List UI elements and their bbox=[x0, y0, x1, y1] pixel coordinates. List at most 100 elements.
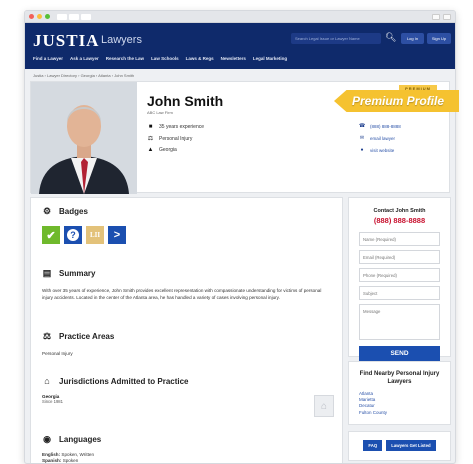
summary-title: Summary bbox=[59, 269, 96, 278]
share-button[interactable] bbox=[432, 13, 440, 20]
contact-form-title: Contact John Smith bbox=[373, 208, 426, 214]
browser-chrome bbox=[25, 11, 455, 23]
browser-controls bbox=[432, 13, 451, 20]
search-icon[interactable]: 🔍︎ bbox=[385, 32, 396, 43]
browser-tabs bbox=[57, 13, 91, 20]
browser-window: JUSTIA Lawyers Search Legal Issue or Law… bbox=[24, 10, 456, 464]
name-field[interactable]: Name (Required) bbox=[359, 232, 440, 246]
jurisdictions-heading: ⌂ Jurisdictions Admitted to Practice bbox=[42, 376, 189, 386]
badges-list: ✔ ? LII > bbox=[42, 226, 126, 244]
language-label: Spanish: bbox=[42, 458, 62, 463]
courthouse-icon: ▲ bbox=[147, 147, 154, 153]
jurisdictions-title: Jurisdictions Admitted to Practice bbox=[59, 376, 189, 386]
nav-legal-marketing[interactable]: Legal Marketing bbox=[253, 56, 287, 61]
languages-section: ◉ Languages English: Spoken, Written Spa… bbox=[42, 434, 101, 463]
location-fact: ▲ Georgia bbox=[147, 147, 204, 153]
message-field[interactable]: Message bbox=[359, 304, 440, 340]
contact-form-card: Contact John Smith (888) 888-8888 Name (… bbox=[348, 197, 451, 362]
breadcrumb[interactable]: Justia › Lawyer Directory › Georgia › At… bbox=[25, 69, 455, 81]
subject-field[interactable]: Subject bbox=[359, 286, 440, 300]
nav-laws-regs[interactable]: Laws & Regs bbox=[186, 56, 214, 61]
lawyer-photo bbox=[31, 82, 137, 194]
summary-section: ▤ Summary With over 35 years of experien… bbox=[42, 268, 327, 301]
contact-links: ☎ (888) 888-8888 ✉ email lawyer ● visit … bbox=[359, 123, 401, 159]
email-link-text[interactable]: email lawyer bbox=[370, 136, 395, 141]
nav-find-a-lawyer[interactable]: Find a Lawyer bbox=[33, 56, 63, 61]
browser-tab[interactable] bbox=[69, 13, 79, 20]
nearby-title: Find Nearby Personal Injury Lawyers bbox=[359, 371, 440, 385]
login-button[interactable]: Log In bbox=[401, 33, 424, 44]
nav-ask-a-lawyer[interactable]: Ask a Lawyer bbox=[70, 56, 99, 61]
lawyers-get-listed-button[interactable]: Lawyers Get Listed bbox=[386, 440, 436, 451]
languages-list: English: Spoken, Written Spanish: Spoken bbox=[42, 452, 101, 463]
badges-icon: ⚙ bbox=[42, 206, 52, 216]
location-text: Georgia bbox=[159, 147, 177, 153]
practice-areas-heading: ⚖ Practice Areas bbox=[42, 331, 327, 342]
language-label: English: bbox=[42, 452, 61, 457]
courthouse-icon: ⌂ bbox=[314, 395, 334, 417]
email-field[interactable]: Email (Required) bbox=[359, 250, 440, 264]
website-link[interactable]: ● visit website bbox=[359, 147, 401, 153]
globe-icon: ● bbox=[360, 147, 364, 153]
summary-heading: ▤ Summary bbox=[42, 268, 327, 279]
lawyer-name: John Smith bbox=[147, 93, 224, 109]
footer-buttons: FAQ Lawyers Get Listed bbox=[349, 440, 450, 451]
signup-button[interactable]: Sign Up bbox=[427, 33, 451, 44]
nav-newsletters[interactable]: Newsletters bbox=[221, 56, 246, 61]
main-content-card: ⚙ Badges ✔ ? LII > ▤ Summary With over 3… bbox=[30, 197, 343, 463]
site-logo-subtitle[interactable]: Lawyers bbox=[101, 34, 142, 46]
experience-text: 35 years experience bbox=[159, 124, 205, 130]
faq-button[interactable]: FAQ bbox=[363, 440, 383, 451]
practice-areas-text[interactable]: Personal Injury bbox=[42, 350, 327, 357]
courthouse-icon: ⌂ bbox=[44, 376, 50, 386]
jurisdictions-section: ⌂ Jurisdictions Admitted to Practice Geo… bbox=[42, 376, 189, 404]
languages-title: Languages bbox=[59, 435, 102, 444]
close-window-button[interactable] bbox=[29, 14, 34, 19]
nav-law-schools[interactable]: Law Schools bbox=[151, 56, 179, 61]
site-logo[interactable]: JUSTIA bbox=[33, 31, 99, 51]
document-icon: ▤ bbox=[42, 268, 52, 278]
arrow-badge-icon[interactable]: > bbox=[108, 226, 126, 244]
gavel-icon: ⚖ bbox=[147, 136, 154, 142]
email-icon: ✉ bbox=[359, 135, 365, 141]
minimize-window-button[interactable] bbox=[37, 14, 42, 19]
practice-fact: ⚖ Personal Injury bbox=[147, 135, 204, 143]
phone-field[interactable]: Phone (Required) bbox=[359, 268, 440, 282]
footer-buttons-card: FAQ Lawyers Get Listed bbox=[348, 431, 451, 461]
languages-heading: ◉ Languages bbox=[42, 434, 101, 445]
experience-fact: ■ 35 years experience bbox=[147, 124, 204, 130]
nearby-list: Atlanta Marietta Decatur Fulton County bbox=[349, 391, 450, 416]
main-nav: Find a Lawyer Ask a Lawyer Research the … bbox=[33, 56, 287, 61]
send-button[interactable]: SEND bbox=[359, 346, 440, 362]
new-tab-button[interactable] bbox=[443, 13, 451, 20]
badges-section: ⚙ Badges ✔ ? LII > bbox=[42, 206, 126, 244]
nearby-lawyers-card: Find Nearby Personal Injury Lawyers Atla… bbox=[348, 361, 451, 425]
practice-areas-title: Practice Areas bbox=[59, 332, 115, 341]
premium-profile-ribbon: Premium Profile bbox=[334, 90, 459, 112]
phone-link-text[interactable]: (888) 888-8888 bbox=[370, 124, 401, 129]
email-link[interactable]: ✉ email lawyer bbox=[359, 135, 401, 141]
phone-icon: ☎ bbox=[359, 123, 366, 129]
language-value: Spoken, Written bbox=[61, 452, 95, 457]
browser-tab[interactable] bbox=[57, 13, 67, 20]
website-link-text[interactable]: visit website bbox=[370, 148, 394, 153]
firm-name[interactable]: ABC Law Firm bbox=[147, 110, 173, 115]
practice-text: Personal Injury bbox=[159, 135, 193, 142]
contact-form-phone[interactable]: (888) 888-8888 bbox=[349, 216, 450, 225]
nav-research-the-law[interactable]: Research the Law bbox=[106, 56, 144, 61]
maximize-window-button[interactable] bbox=[45, 14, 50, 19]
phone-link[interactable]: ☎ (888) 888-8888 bbox=[359, 123, 401, 129]
badges-title: Badges bbox=[59, 207, 88, 216]
badges-heading: ⚙ Badges bbox=[42, 206, 126, 217]
lawyer-facts: ■ 35 years experience ⚖ Personal Injury … bbox=[147, 124, 205, 158]
search-input[interactable]: Search Legal Issue or Lawyer Name bbox=[291, 33, 381, 44]
practice-areas-section: ⚖ Practice Areas Personal Injury bbox=[42, 331, 327, 357]
nearby-city-link[interactable]: Fulton County bbox=[359, 410, 450, 416]
site-header: JUSTIA Lawyers Search Legal Issue or Law… bbox=[25, 23, 455, 69]
gavel-icon: ⚖ bbox=[42, 331, 52, 341]
lii-badge-icon[interactable]: LII bbox=[86, 226, 104, 244]
browser-tab[interactable] bbox=[81, 13, 91, 20]
globe-icon: ◉ bbox=[43, 434, 51, 444]
question-badge-icon[interactable]: ? bbox=[64, 226, 82, 244]
check-badge-icon[interactable]: ✔ bbox=[42, 226, 60, 244]
